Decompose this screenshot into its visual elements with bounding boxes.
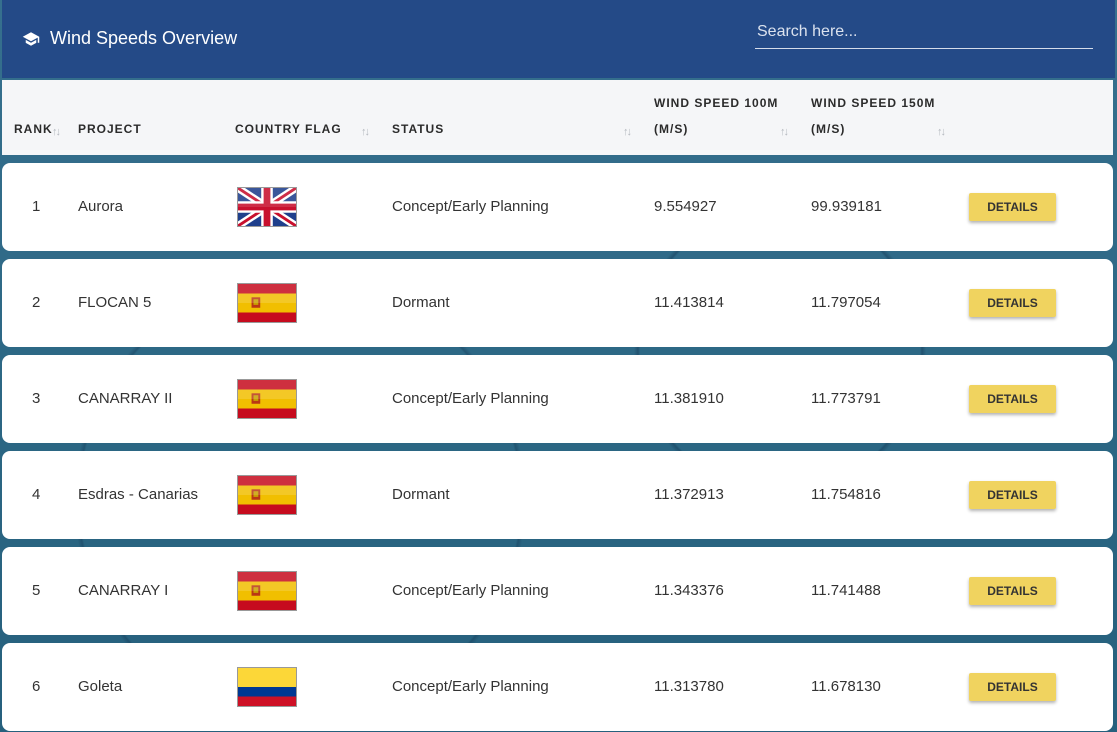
- details-button[interactable]: DETAILS: [969, 289, 1056, 317]
- wind-speed-150m-cell: 11.754816: [811, 486, 881, 503]
- table-row: 3 CANARRAY II Concept/Early Planning 11.…: [2, 355, 1113, 443]
- table-row: 4 Esdras - Canarias Dormant 11.372913 11…: [2, 451, 1113, 539]
- rank-cell: 3: [32, 390, 41, 407]
- wind-speed-100m-cell: 11.381910: [654, 390, 724, 407]
- uk-flag-icon: [237, 187, 297, 227]
- status-cell: Dormant: [392, 486, 450, 503]
- details-button[interactable]: DETAILS: [969, 481, 1056, 509]
- column-label-wind-speed-150m: WIND SPEED 150M: [811, 96, 936, 110]
- column-header-status[interactable]: STATUS: [392, 116, 444, 142]
- column-label-project: PROJECT: [78, 122, 142, 136]
- wind-speed-150m-cell: 11.797054: [811, 294, 881, 311]
- project-cell: Esdras - Canarias: [78, 486, 199, 503]
- rank-cell: 1: [32, 198, 41, 215]
- project-cell: Aurora: [78, 198, 124, 215]
- sort-icon[interactable]: ↑↓: [623, 126, 632, 138]
- table-row: 6 Goleta Concept/Early Planning 11.31378…: [2, 643, 1113, 731]
- column-label-wind-speed-100m: WIND SPEED 100M: [654, 96, 779, 110]
- table-header: RANK ↑↓ PROJECT COUNTRY FLAG ↑↓ STATUS ↑…: [2, 80, 1113, 155]
- column-header-country-flag[interactable]: COUNTRY FLAG: [235, 116, 342, 142]
- details-button[interactable]: DETAILS: [969, 577, 1056, 605]
- project-cell: CANARRAY I: [78, 582, 169, 599]
- column-header-project[interactable]: PROJECT: [78, 116, 142, 142]
- spain-flag-icon: [237, 571, 297, 611]
- sort-icon[interactable]: ↑↓: [937, 126, 946, 138]
- colombia-flag-icon: [237, 667, 297, 707]
- spain-flag-icon: [237, 283, 297, 323]
- status-cell: Concept/Early Planning: [392, 582, 549, 599]
- graduation-cap-icon: [22, 31, 40, 46]
- table-row: 5 CANARRAY I Concept/Early Planning 11.3…: [2, 547, 1113, 635]
- page-title-text: Wind Speeds Overview: [50, 28, 238, 48]
- table-row: 1 Aurora Concept/Early Planning 9.554927…: [2, 163, 1113, 251]
- column-label-unit: (M/S): [654, 122, 689, 136]
- table-row: 2 FLOCAN 5 Dormant 11.413814 11.797054 D…: [2, 259, 1113, 347]
- rank-cell: 5: [32, 582, 41, 599]
- details-button[interactable]: DETAILS: [969, 673, 1056, 701]
- column-label-unit: (M/S): [811, 122, 846, 136]
- sort-icon[interactable]: ↑↓: [780, 126, 789, 138]
- column-label-status: STATUS: [392, 122, 445, 136]
- wind-speed-100m-cell: 11.313780: [654, 678, 724, 695]
- column-header-wind-speed-100m[interactable]: WIND SPEED 100M (M/S): [654, 90, 778, 142]
- app-header: Wind Speeds Overview: [2, 0, 1115, 78]
- spain-flag-icon: [237, 379, 297, 419]
- wind-speed-100m-cell: 11.343376: [654, 582, 724, 599]
- column-label-country-flag: COUNTRY FLAG: [235, 122, 342, 136]
- details-button[interactable]: DETAILS: [969, 385, 1056, 413]
- project-cell: CANARRAY II: [78, 390, 173, 407]
- project-cell: Goleta: [78, 678, 123, 695]
- page-title: Wind Speeds Overview: [22, 28, 237, 49]
- wind-speed-100m-cell: 11.372913: [654, 486, 724, 503]
- search-input[interactable]: [755, 18, 1097, 46]
- wind-speed-150m-cell: 11.773791: [811, 390, 881, 407]
- search-box: [755, 18, 1097, 49]
- project-cell: FLOCAN 5: [78, 294, 152, 311]
- sort-icon[interactable]: ↑↓: [52, 126, 61, 138]
- status-cell: Concept/Early Planning: [392, 678, 549, 695]
- status-cell: Concept/Early Planning: [392, 390, 549, 407]
- spain-flag-icon: [237, 475, 297, 515]
- wind-speed-150m-cell: 11.678130: [811, 678, 881, 695]
- wind-speed-100m-cell: 9.554927: [654, 198, 717, 215]
- column-header-rank[interactable]: RANK: [14, 116, 53, 142]
- status-cell: Dormant: [392, 294, 450, 311]
- rank-cell: 6: [32, 678, 41, 695]
- wind-speed-100m-cell: 11.413814: [654, 294, 724, 311]
- rank-cell: 2: [32, 294, 41, 311]
- sort-icon[interactable]: ↑↓: [361, 126, 370, 138]
- wind-speed-150m-cell: 99.939181: [811, 198, 882, 215]
- column-header-wind-speed-150m[interactable]: WIND SPEED 150M (M/S): [811, 90, 935, 142]
- rank-cell: 4: [32, 486, 41, 503]
- wind-speed-150m-cell: 11.741488: [811, 582, 881, 599]
- status-cell: Concept/Early Planning: [392, 198, 549, 215]
- details-button[interactable]: DETAILS: [969, 193, 1056, 221]
- column-label-rank: RANK: [14, 122, 53, 136]
